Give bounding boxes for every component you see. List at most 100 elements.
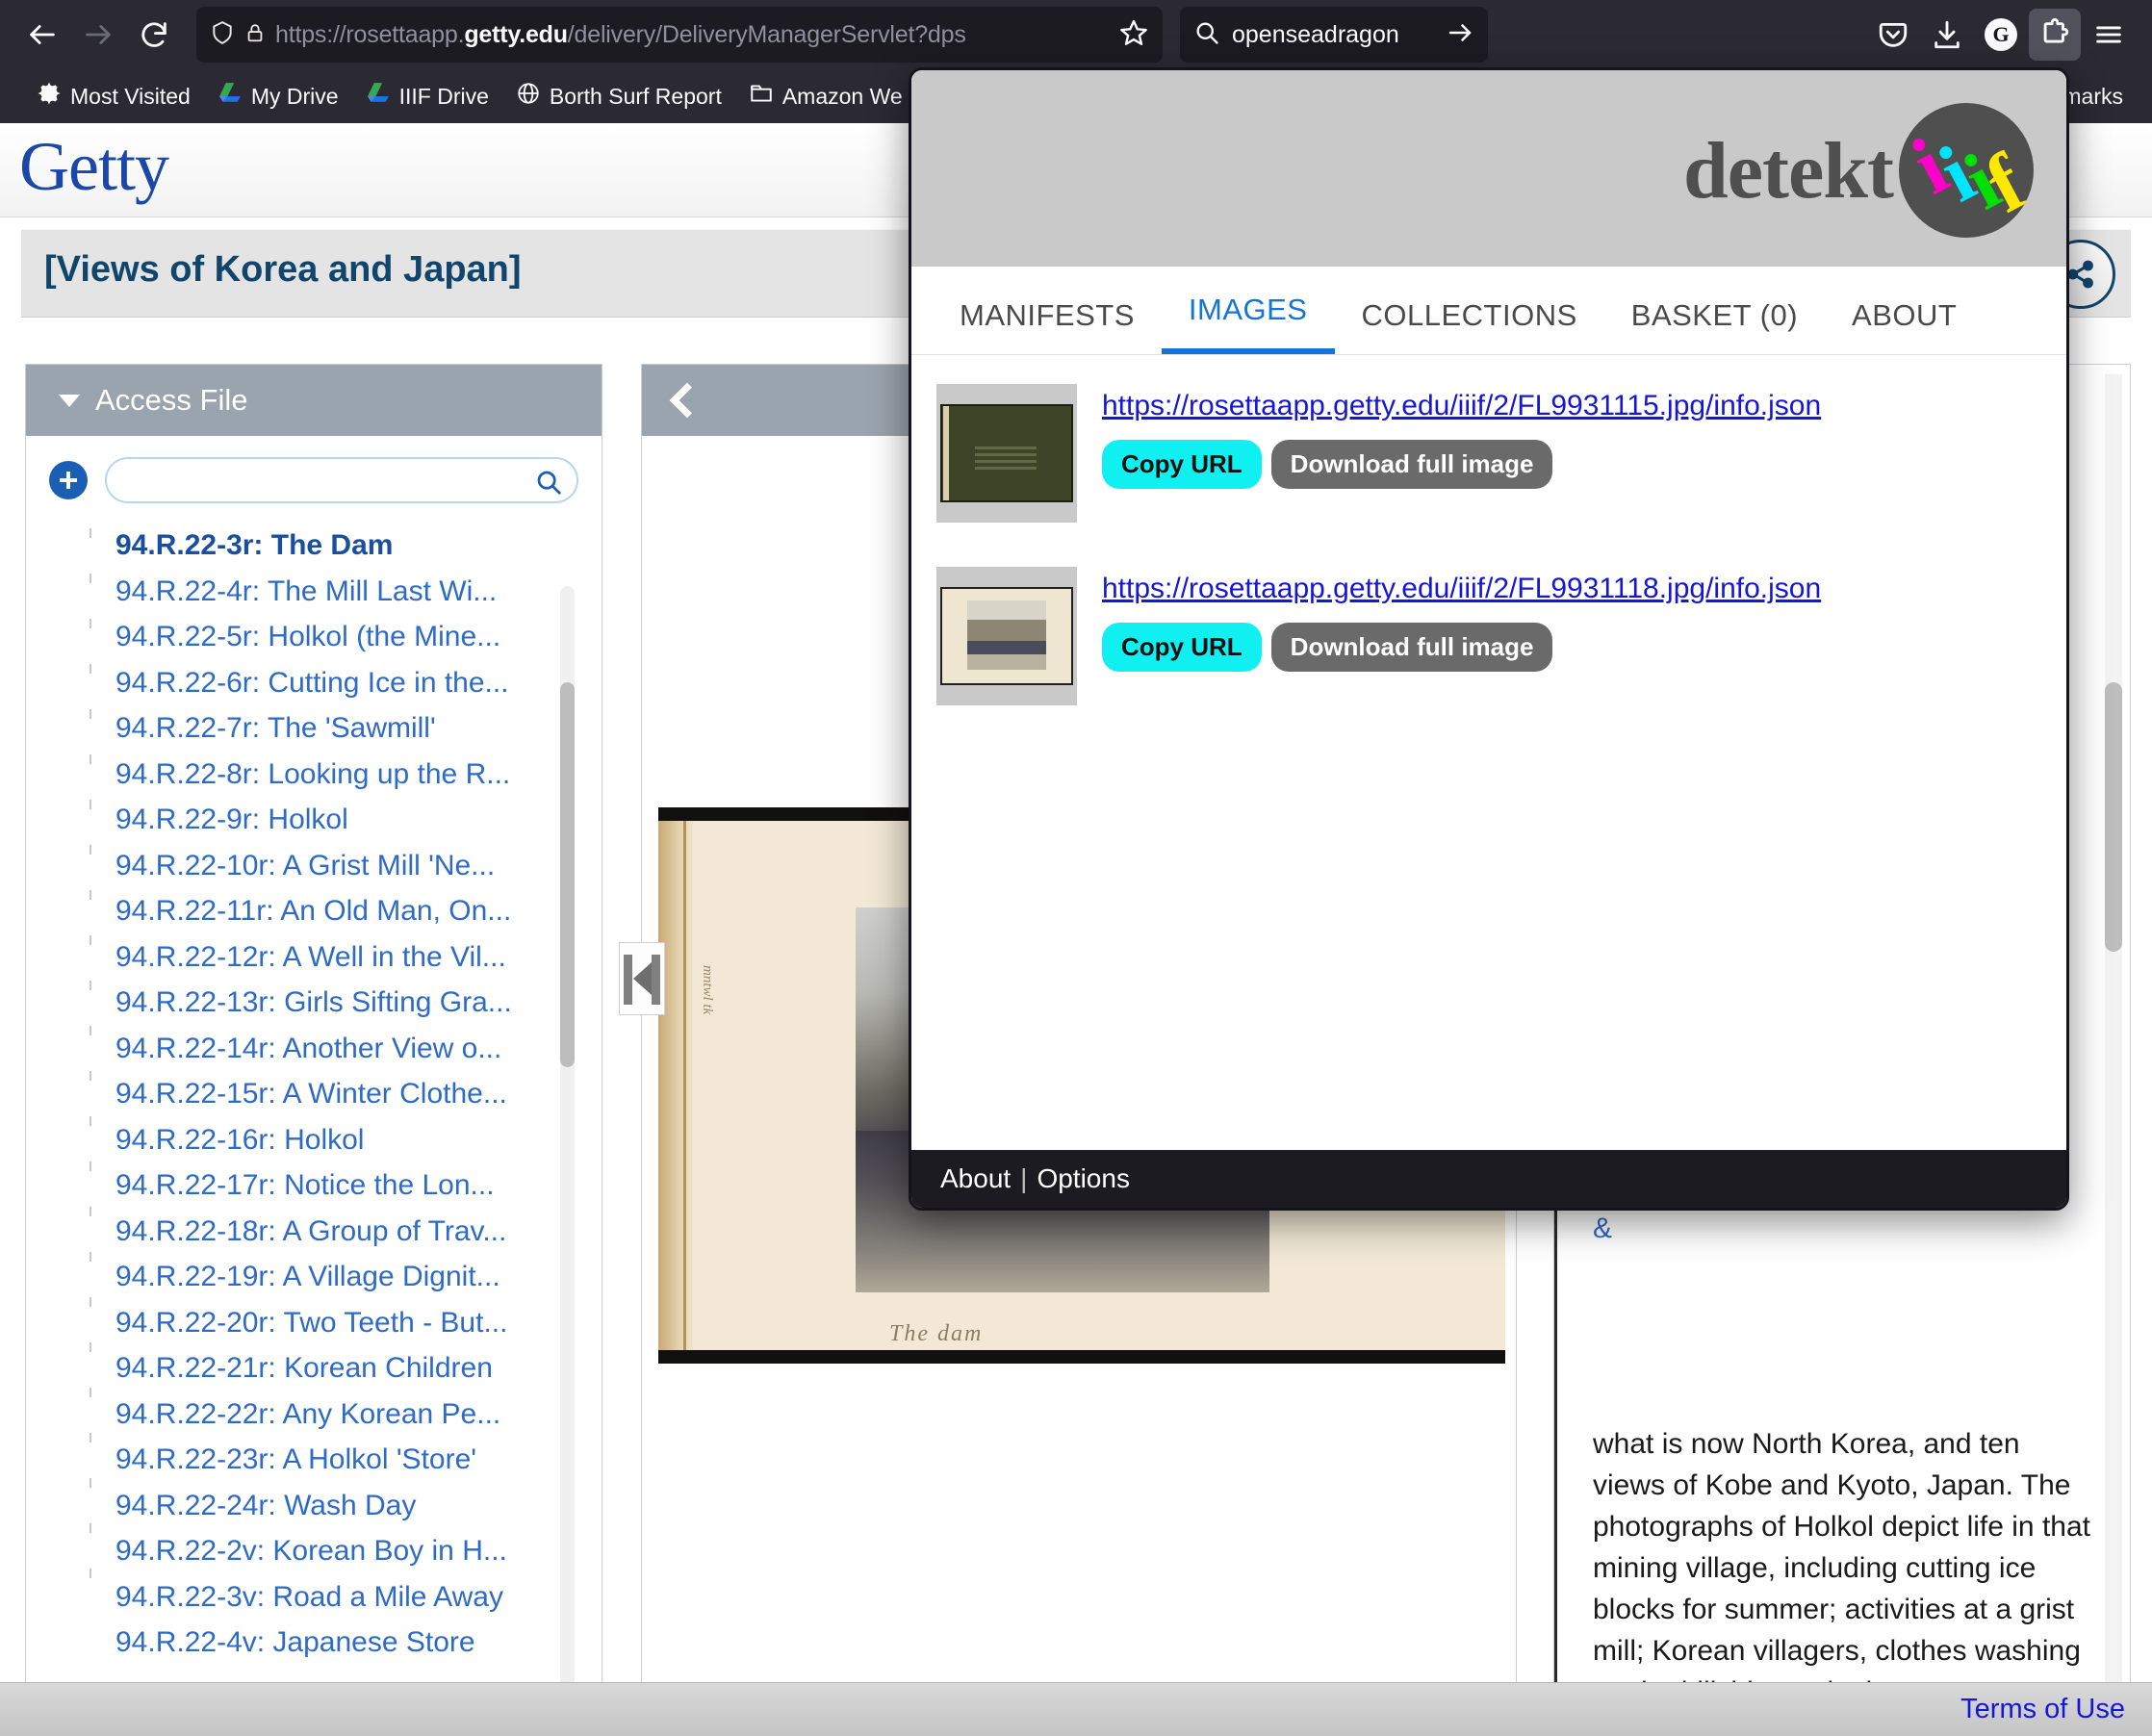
triangle-left-icon (632, 962, 652, 995)
list-item[interactable]: 94.R.22-11r: An Old Man, On... (114, 888, 601, 934)
download-icon[interactable] (1921, 9, 1973, 61)
file-list-scrollbar-thumb[interactable] (560, 682, 575, 1067)
tab-images[interactable]: IMAGES (1161, 293, 1335, 354)
image-info-json-link[interactable]: https://rosettaapp.getty.edu/iiif/2/FL99… (1102, 390, 1821, 422)
list-item[interactable]: 94.R.22-16r: Holkol (114, 1117, 601, 1163)
list-item[interactable]: 94.R.22-2v: Korean Boy in H... (114, 1528, 601, 1574)
list-item[interactable]: 94.R.22-5r: Holkol (the Mine... (114, 614, 601, 660)
popup-footer: About | Options (911, 1150, 2066, 1208)
bookmark-most-visited[interactable]: Most Visited (23, 77, 204, 115)
album-gutter (658, 821, 693, 1350)
bookmark-label: My Drive (250, 83, 339, 109)
search-input-value: openseadragon (1232, 20, 1399, 48)
mountain-photo-thumbnail[interactable] (936, 567, 1077, 705)
list-item[interactable]: 94.R.22-18r: A Group of Trav... (114, 1209, 601, 1255)
metadata-amp-fragment: & (1593, 1213, 1613, 1244)
chevron-down-icon[interactable] (59, 394, 80, 407)
list-item[interactable]: 94.R.22-21r: Korean Children (114, 1345, 601, 1391)
metadata-scrollbar-track[interactable] (2105, 374, 2122, 1736)
shield-icon (210, 19, 235, 51)
access-file-list[interactable]: 94.R.22-3r: The Dam 94.R.22-4r: The Mill… (27, 519, 601, 1736)
image-result-row: https://rosettaapp.getty.edu/iiif/2/FL99… (911, 553, 2066, 705)
tab-about[interactable]: ABOUT (1825, 298, 1984, 354)
bookmark-label: IIIF Drive (398, 83, 489, 109)
list-item[interactable]: 94.R.22-14r: Another View o... (114, 1026, 601, 1072)
tab-basket[interactable]: BASKET (0) (1604, 298, 1825, 354)
list-item[interactable]: 94.R.22-20r: Two Teeth - But... (114, 1300, 601, 1346)
terms-of-use-link[interactable]: Terms of Use (1960, 1694, 2125, 1725)
popup-banner: detekt i i i f (911, 70, 2066, 267)
image-result-meta: https://rosettaapp.getty.edu/iiif/2/FL99… (1102, 567, 2041, 705)
list-item[interactable]: 94.R.22-19r: A Village Dignit... (114, 1254, 601, 1300)
google-account-badge: G (1985, 18, 2017, 51)
list-item[interactable]: 94.R.22-24r: Wash Day (114, 1483, 601, 1529)
address-bar[interactable]: https://rosettaapp.getty.edu/delivery/De… (196, 7, 1163, 63)
image-result-meta: https://rosettaapp.getty.edu/iiif/2/FL99… (1102, 384, 2041, 523)
popup-options-link[interactable]: Options (1037, 1163, 1130, 1194)
list-item[interactable]: 94.R.22-23r: A Holkol 'Store' (114, 1437, 601, 1483)
list-item[interactable]: 94.R.22-13r: Girls Sifting Gra... (114, 980, 601, 1026)
search-bar[interactable]: openseadragon (1180, 7, 1488, 63)
back-button[interactable] (17, 10, 67, 60)
google-account-icon[interactable]: G (1975, 9, 2027, 61)
list-item[interactable]: 94.R.22-8r: Looking up the R... (114, 752, 601, 798)
access-file-search-row (26, 436, 602, 517)
copy-url-button[interactable]: Copy URL (1102, 623, 1262, 672)
getty-logo[interactable]: Getty (19, 127, 169, 207)
bookmark-label: Borth Surf Report (549, 83, 722, 109)
list-item[interactable]: 94.R.22-6r: Cutting Ice in the... (114, 660, 601, 706)
tab-manifests[interactable]: MANIFESTS (933, 298, 1162, 354)
list-item[interactable]: 94.R.22-10r: A Grist Mill 'Ne... (114, 843, 601, 889)
list-item[interactable]: 94.R.22-7r: The 'Sawmill' (114, 705, 601, 752)
green-book-cover-thumbnail[interactable] (936, 384, 1077, 523)
reload-button[interactable] (129, 10, 179, 60)
list-item[interactable]: 94.R.22-22r: Any Korean Pe... (114, 1391, 601, 1438)
list-item[interactable]: 94.R.22-15r: A Winter Clothe... (114, 1071, 601, 1117)
google-drive-icon (218, 82, 243, 111)
list-item[interactable]: 94.R.22-4r: The Mill Last Wi... (114, 569, 601, 615)
bookmark-amazon-web[interactable]: Amazon We (735, 77, 916, 115)
popup-about-link[interactable]: About (940, 1163, 1011, 1194)
forward-button[interactable] (73, 10, 123, 60)
bookmarks-overflow-label[interactable]: marks (2062, 84, 2129, 110)
list-item[interactable]: 94.R.22-3v: Road a Mile Away (114, 1574, 601, 1621)
bookmark-star-icon[interactable] (1118, 17, 1149, 53)
google-drive-icon (366, 82, 391, 111)
bookmark-my-drive[interactable]: My Drive (204, 77, 352, 115)
browser-toolbar-icons: G (1867, 9, 2135, 61)
list-item[interactable]: 94.R.22-17r: Notice the Lon... (114, 1162, 601, 1209)
list-item[interactable]: 94.R.22-9r: Holkol (114, 797, 601, 843)
screen: https://rosettaapp.getty.edu/delivery/De… (0, 0, 2152, 1736)
download-full-image-button[interactable]: Download full image (1270, 623, 1553, 672)
detekt-brand: detekt i i i f (1683, 103, 2034, 238)
list-item[interactable]: 94.R.22-4v: Japanese Store (114, 1620, 601, 1666)
add-icon[interactable] (49, 461, 88, 499)
access-file-panel: Access File 94.R.22-3r: The Dam 94.R.22-… (25, 364, 602, 1736)
extensions-icon[interactable] (2029, 9, 2081, 61)
browser-navigation-row: https://rosettaapp.getty.edu/delivery/De… (0, 0, 2152, 69)
footer-separator: | (1020, 1163, 1028, 1193)
access-file-panel-title: Access File (95, 383, 248, 417)
page-footer: Terms of Use (0, 1682, 2152, 1736)
album-margin-handwriting: mntwl tk (700, 965, 715, 1015)
access-file-search-input[interactable] (105, 457, 578, 503)
copy-url-button[interactable]: Copy URL (1102, 440, 1262, 489)
search-submit-arrow-icon[interactable] (1446, 18, 1474, 52)
image-action-buttons: Copy URL Download full image (1102, 440, 2041, 489)
tab-collections[interactable]: COLLECTIONS (1335, 298, 1604, 354)
access-file-panel-header[interactable]: Access File (26, 365, 602, 436)
collapse-panel-handle[interactable] (619, 942, 665, 1015)
menu-icon[interactable] (2083, 9, 2135, 61)
search-icon[interactable] (534, 468, 563, 501)
list-item[interactable]: 94.R.22-12r: A Well in the Vil... (114, 934, 601, 981)
album-gutter-line (683, 821, 686, 1350)
list-item[interactable]: 94.R.22-3r: The Dam (114, 523, 601, 569)
page-title: [Views of Korea and Japan] (44, 249, 522, 290)
metadata-scrollbar-thumb[interactable] (2105, 682, 2122, 952)
download-full-image-button[interactable]: Download full image (1270, 440, 1553, 489)
bookmark-borth-surf-report[interactable]: Borth Surf Report (502, 77, 735, 115)
image-info-json-link[interactable]: https://rosettaapp.getty.edu/iiif/2/FL99… (1102, 573, 1821, 605)
bookmark-iiif-drive[interactable]: IIIF Drive (352, 77, 502, 115)
pocket-icon[interactable] (1867, 9, 1919, 61)
chevron-left-icon[interactable] (669, 382, 705, 419)
